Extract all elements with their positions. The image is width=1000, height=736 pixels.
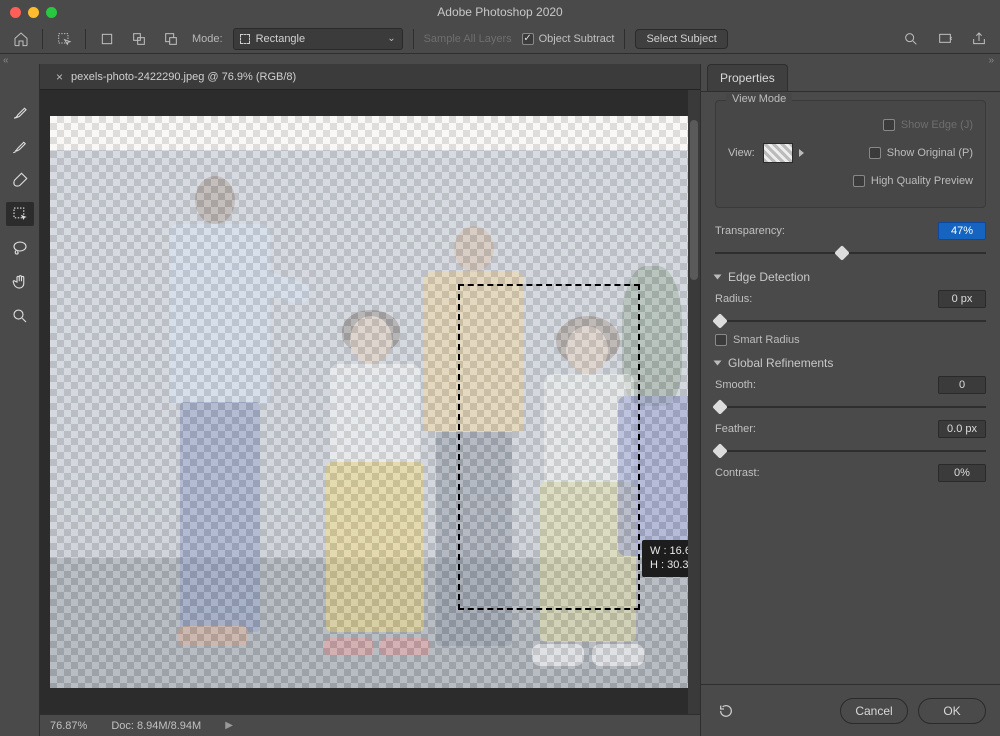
new-selection-icon[interactable]	[96, 28, 118, 50]
separator	[624, 29, 625, 49]
tools-panel	[0, 64, 40, 736]
sample-all-layers-option: Sample All Layers	[424, 33, 512, 45]
document-area: × pexels-photo-2422290.jpeg @ 76.9% (RGB…	[40, 64, 700, 736]
show-edge-checkbox: Show Edge (J)	[883, 119, 973, 131]
object-select-tool[interactable]	[6, 202, 34, 226]
view-mode-group: View Mode Show Edge (J) View: Show Origi…	[715, 100, 986, 208]
hand-tool-icon[interactable]	[6, 270, 34, 294]
show-original-checkbox[interactable]: Show Original (P)	[869, 147, 973, 159]
document-tabs: × pexels-photo-2422290.jpeg @ 76.9% (RGB…	[40, 64, 700, 90]
brush-tool-icon[interactable]	[6, 100, 34, 124]
radius-slider[interactable]	[715, 314, 986, 328]
lasso-tool-icon[interactable]	[6, 236, 34, 260]
view-label: View:	[728, 147, 755, 159]
properties-tab[interactable]: Properties	[707, 64, 788, 91]
feather-label: Feather:	[715, 423, 756, 435]
document-tab-title: pexels-photo-2422290.jpeg @ 76.9% (RGB/8…	[71, 71, 296, 83]
separator	[85, 29, 86, 49]
smooth-label: Smooth:	[715, 379, 756, 391]
share-icon[interactable]	[968, 28, 990, 50]
edge-detection-header[interactable]: Edge Detection	[715, 270, 986, 284]
status-bar: 76.87% Doc: 8.94M/8.94M ▶	[40, 714, 700, 736]
mode-label: Mode:	[192, 33, 223, 45]
status-flyout-icon[interactable]: ▶	[225, 720, 233, 731]
options-bar: Mode: Rectangle ⌄ Sample All Layers Obje…	[0, 24, 1000, 54]
scrollbar-thumb[interactable]	[690, 120, 698, 280]
add-selection-icon[interactable]	[128, 28, 150, 50]
refine-brush-tool-icon[interactable]	[6, 134, 34, 158]
cancel-button[interactable]: Cancel	[840, 698, 908, 724]
radius-label: Radius:	[715, 293, 752, 305]
view-swatch[interactable]	[763, 143, 793, 163]
app-title: Adobe Photoshop 2020	[0, 5, 1000, 19]
properties-panel: Properties View Mode Show Edge (J) View:	[700, 64, 1000, 736]
home-icon[interactable]	[10, 28, 32, 50]
subtract-selection-icon[interactable]	[160, 28, 182, 50]
smooth-value[interactable]: 0	[938, 376, 986, 394]
object-select-tool-icon[interactable]	[53, 28, 75, 50]
close-tab-icon[interactable]: ×	[56, 70, 63, 84]
canvas[interactable]	[50, 116, 690, 688]
mode-value: Rectangle	[256, 33, 306, 45]
object-subtract-checkbox[interactable]: Object Subtract	[522, 33, 615, 45]
select-subject-button[interactable]: Select Subject	[635, 29, 727, 49]
reset-icon[interactable]	[715, 700, 737, 722]
smooth-slider[interactable]	[715, 400, 986, 414]
chevron-down-icon	[714, 361, 722, 366]
feather-value[interactable]: 0.0 px	[938, 420, 986, 438]
contrast-label: Contrast:	[715, 467, 760, 479]
smart-radius-checkbox[interactable]: Smart Radius	[715, 334, 800, 346]
vertical-scrollbar[interactable]	[688, 90, 700, 714]
separator	[42, 29, 43, 49]
panel-footer: Cancel OK	[701, 684, 1000, 736]
object-subtract-label: Object Subtract	[539, 33, 615, 45]
ok-button[interactable]: OK	[918, 698, 986, 724]
zoom-level[interactable]: 76.87%	[50, 720, 87, 732]
document-tab[interactable]: × pexels-photo-2422290.jpeg @ 76.9% (RGB…	[48, 64, 304, 89]
radius-value[interactable]: 0 px	[938, 290, 986, 308]
screen-mode-icon[interactable]	[934, 28, 956, 50]
search-icon[interactable]	[900, 28, 922, 50]
canvas-viewport[interactable]: W : 16.65 cm H : 30.30 cm	[40, 90, 700, 714]
rectangle-shape-icon	[240, 34, 250, 44]
chevron-down-icon	[714, 275, 722, 280]
title-bar: Adobe Photoshop 2020	[0, 0, 1000, 24]
transparency-row: Transparency: 47%	[715, 222, 986, 240]
transparency-slider[interactable]	[715, 246, 986, 260]
transparency-value[interactable]: 47%	[938, 222, 986, 240]
selection-marquee[interactable]	[458, 284, 640, 610]
zoom-tool-icon[interactable]	[6, 304, 34, 328]
checkmark-icon	[522, 33, 534, 45]
contrast-value[interactable]: 0%	[938, 464, 986, 482]
mode-select[interactable]: Rectangle ⌄	[233, 28, 403, 50]
separator	[413, 29, 414, 49]
transparency-label: Transparency:	[715, 225, 785, 237]
hq-preview-checkbox[interactable]: High Quality Preview	[853, 175, 973, 187]
view-mode-title: View Mode	[726, 93, 792, 105]
feather-slider[interactable]	[715, 444, 986, 458]
chevron-down-icon: ⌄	[387, 33, 395, 44]
global-refinements-header[interactable]: Global Refinements	[715, 356, 986, 370]
paint-brush-tool-icon[interactable]	[6, 168, 34, 192]
doc-info[interactable]: Doc: 8.94M/8.94M	[111, 720, 201, 732]
